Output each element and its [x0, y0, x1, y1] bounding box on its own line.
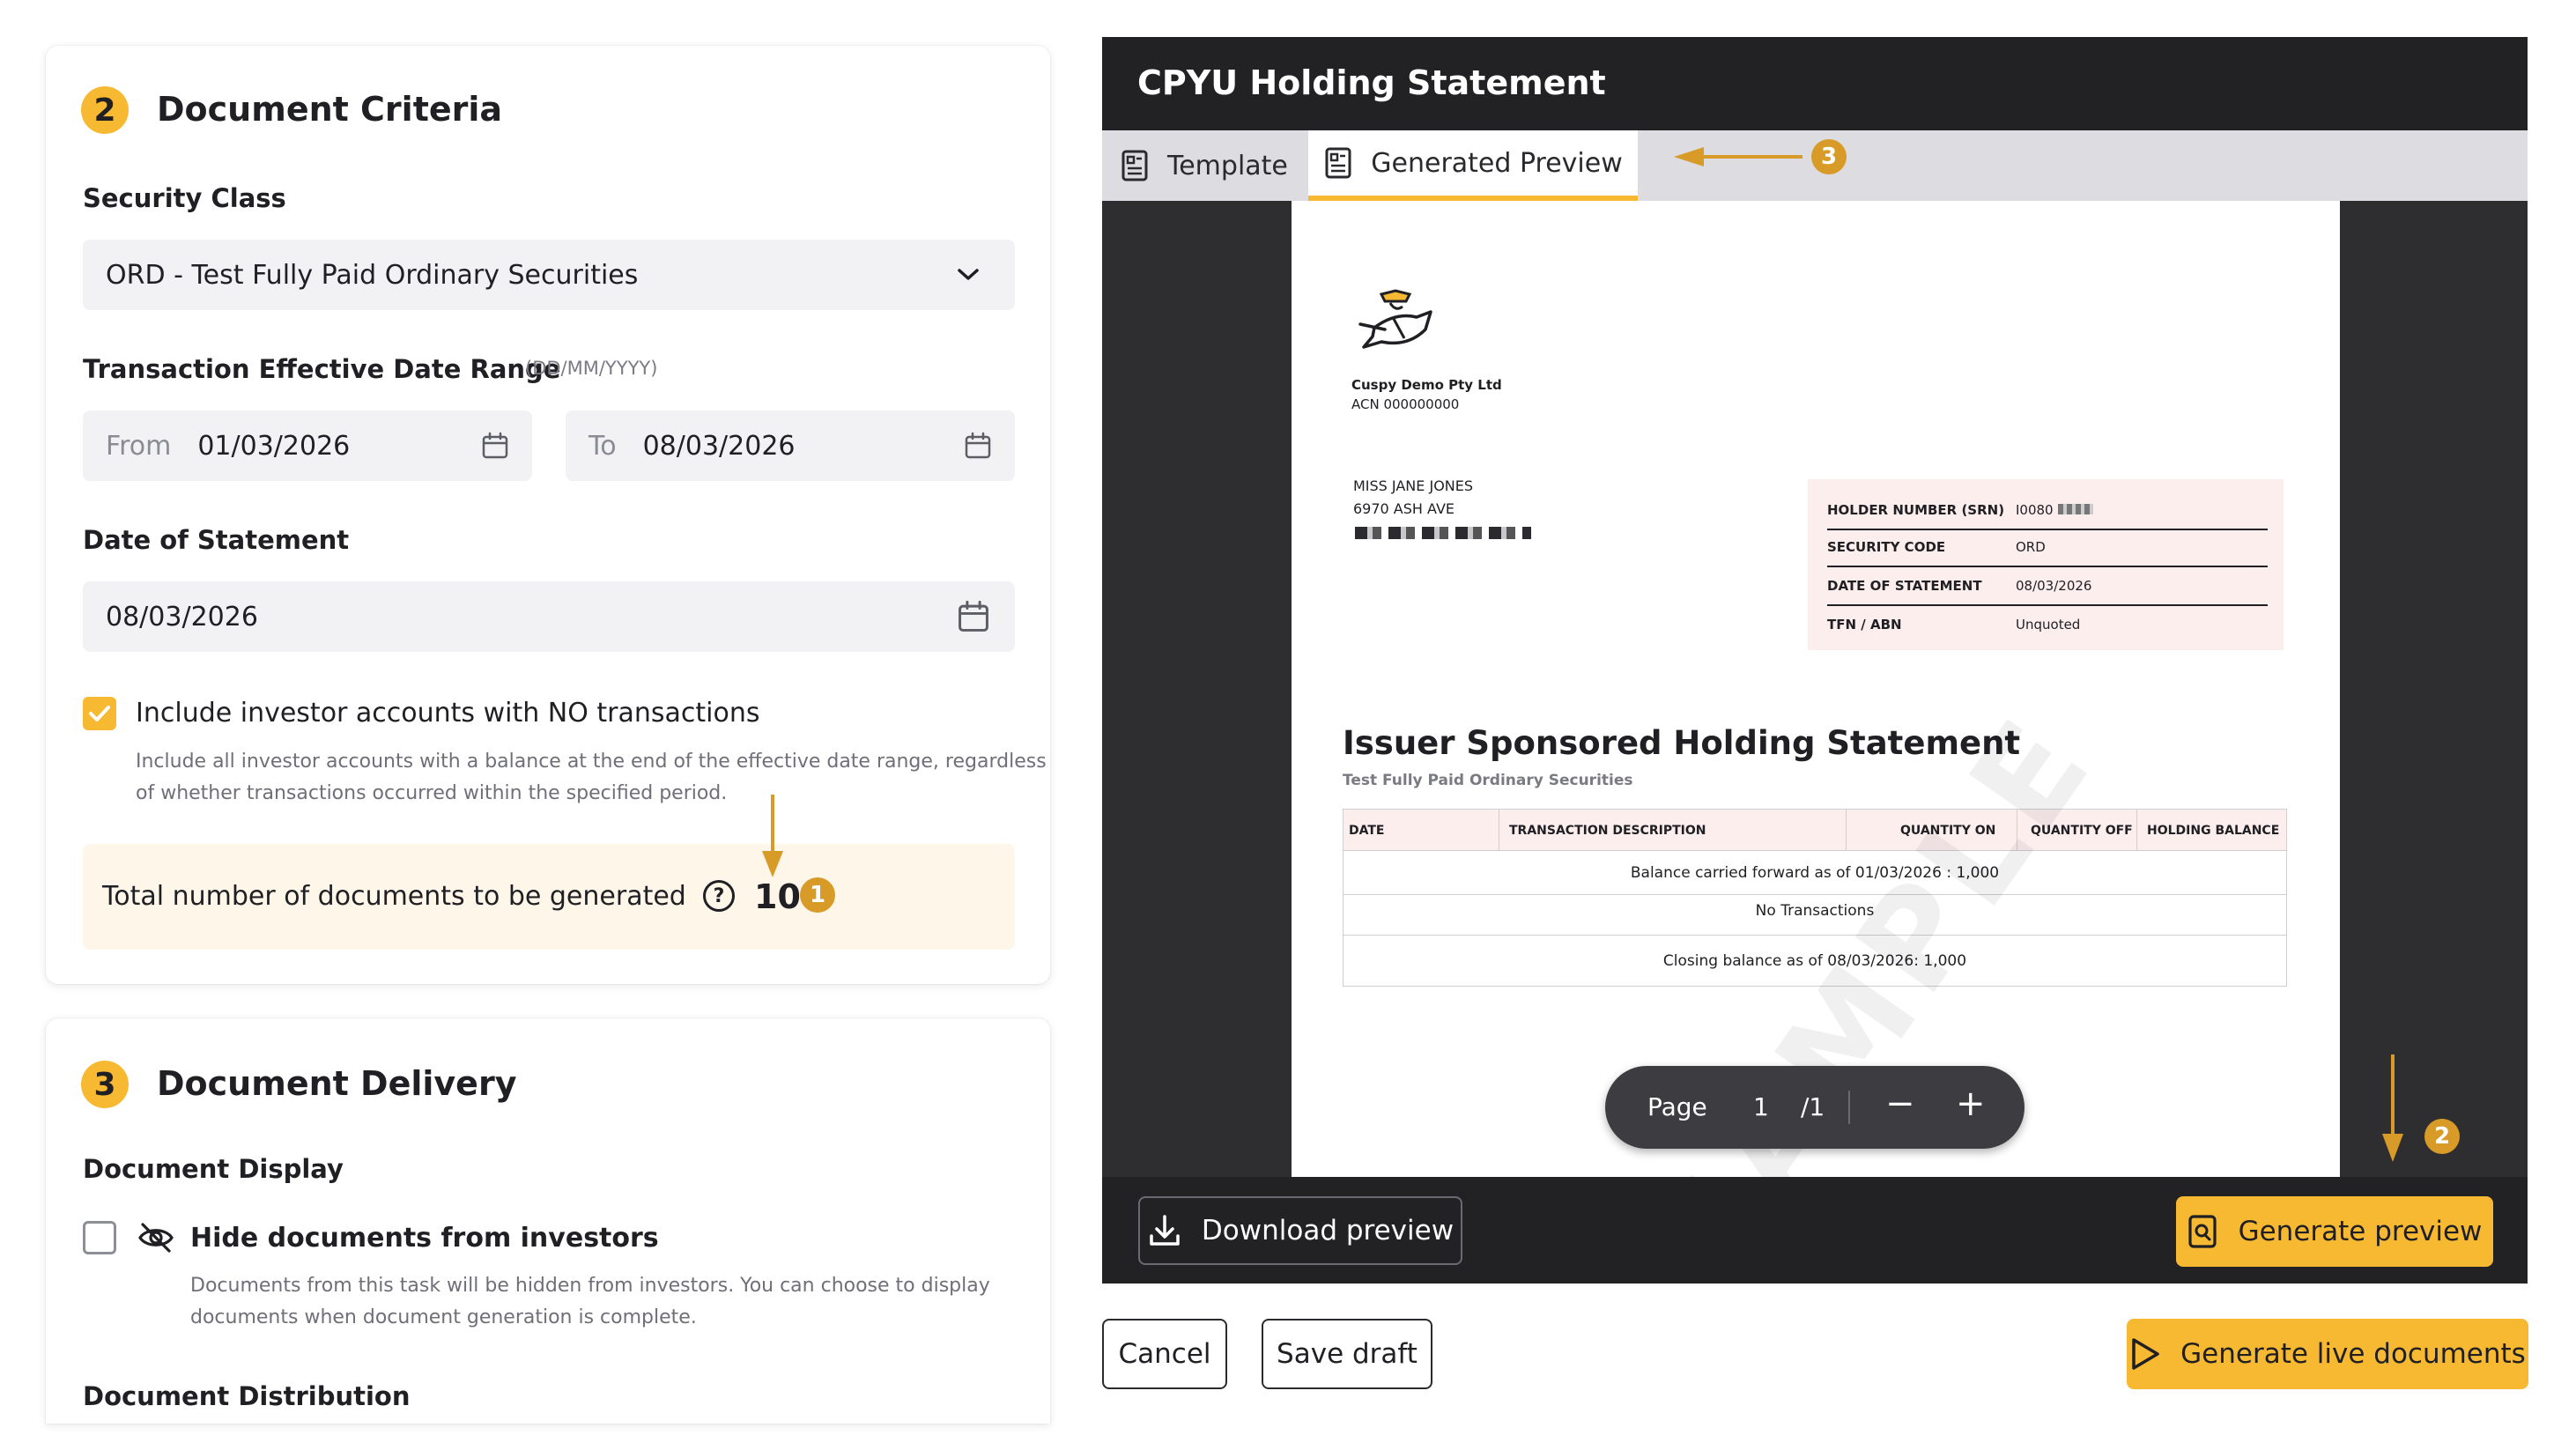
date-format-hint: (DD/MM/YYYY)	[525, 358, 658, 379]
hide-documents-description: Documents from this task will be hidden …	[190, 1275, 990, 1328]
table-row: Balance carried forward as of 01/03/2026…	[1344, 850, 2286, 895]
page-current-input[interactable]: 1	[1753, 1092, 1769, 1121]
security-class-select[interactable]: ORD - Test Fully Paid Ordinary Securitie…	[83, 240, 1015, 310]
security-class-label: Security Class	[83, 183, 286, 213]
info-row: TFN / ABN Unquoted	[1827, 617, 2081, 633]
table-header-cell: DATE	[1349, 824, 1385, 838]
security-class-value: ORD - Test Fully Paid Ordinary Securitie…	[106, 259, 639, 291]
eye-off-icon	[138, 1223, 174, 1253]
to-label: To	[588, 430, 617, 462]
save-draft-button[interactable]: Save draft	[1262, 1319, 1432, 1389]
panel-header: CPYU Holding Statement	[1102, 37, 2528, 130]
generate-live-documents-label: Generate live documents	[2180, 1338, 2526, 1370]
include-label[interactable]: Include investor accounts with NO transa…	[136, 698, 759, 729]
tab-label: Generated Preview	[1371, 147, 1623, 179]
addressee-street: 6970 ASH AVE	[1353, 500, 1455, 517]
document-distribution-label: Document Distribution	[83, 1381, 411, 1411]
to-date-field[interactable]: To 08/03/2026	[566, 411, 1015, 481]
calendar-icon[interactable]	[481, 432, 509, 460]
statement-info-box: HOLDER NUMBER (SRN) I0080 SECURITY CODE …	[1808, 479, 2284, 650]
document-preview-page: Cuspy Demo Pty Ltd ACN 000000000 MISS JA…	[1292, 201, 2340, 1177]
redacted-address	[1355, 527, 1531, 539]
document-display-label: Document Display	[83, 1154, 344, 1184]
include-description: Include all investor accounts with a bal…	[136, 751, 1047, 804]
annotation-badge: 2	[2424, 1119, 2460, 1154]
redacted-value	[2058, 504, 2093, 514]
annotation-badge: 1	[800, 877, 835, 913]
annotation-arrow-down-icon	[2382, 1054, 2403, 1162]
generate-live-documents-button[interactable]: Generate live documents	[2127, 1319, 2528, 1389]
total-documents-label: Total number of documents to be generate…	[102, 881, 686, 912]
help-icon[interactable]: ?	[703, 880, 735, 912]
annotation-badge: 3	[1811, 139, 1847, 174]
generate-preview-button[interactable]: Generate preview	[2176, 1196, 2493, 1267]
step-badge: 3	[81, 1061, 129, 1108]
info-row: DATE OF STATEMENT 08/03/2026	[1827, 566, 2268, 606]
hide-documents-label[interactable]: Hide documents from investors	[190, 1223, 659, 1254]
download-preview-button[interactable]: Download preview	[1138, 1196, 1462, 1265]
download-icon	[1150, 1215, 1180, 1246]
document-criteria-card: 2 Document Criteria Security Class ORD -…	[46, 46, 1050, 984]
total-documents-count: 10	[754, 877, 801, 916]
from-value: 01/03/2026	[197, 430, 351, 462]
from-label: From	[106, 430, 172, 462]
hide-documents-checkbox[interactable]	[83, 1221, 116, 1254]
info-row: HOLDER NUMBER (SRN) I0080	[1827, 490, 2268, 530]
tab-generated-preview[interactable]: Generated Preview	[1308, 130, 1638, 201]
cancel-button[interactable]: Cancel	[1102, 1319, 1227, 1389]
page-navigator: Page 1 /1 − +	[1605, 1066, 2025, 1149]
total-documents-box: Total number of documents to be generate…	[83, 844, 1015, 950]
calendar-icon[interactable]	[957, 600, 990, 633]
play-icon	[2132, 1338, 2159, 1370]
addressee-name: MISS JANE JONES	[1353, 477, 1474, 494]
table-header-cell: TRANSACTION DESCRIPTION	[1509, 824, 1706, 838]
page-label: Page	[1647, 1092, 1707, 1121]
zoom-out-button[interactable]: −	[1885, 1084, 1915, 1124]
company-name: Cuspy Demo Pty Ltd	[1351, 377, 1502, 393]
panel-title: CPYU Holding Statement	[1137, 63, 1606, 102]
annotation-arrow-down-icon	[762, 795, 783, 877]
date-range-label: Transaction Effective Date Range	[83, 354, 561, 384]
document-search-icon	[2187, 1215, 2217, 1248]
table-header-row: DATE TRANSACTION DESCRIPTION QUANTITY ON…	[1344, 810, 2286, 850]
calendar-icon[interactable]	[964, 432, 992, 460]
checkmark-icon	[89, 706, 110, 721]
chevron-down-icon	[958, 269, 979, 280]
statement-date-label: Date of Statement	[83, 525, 350, 555]
generate-preview-label: Generate preview	[2238, 1216, 2483, 1247]
include-checkbox[interactable]	[83, 697, 116, 730]
from-date-field[interactable]: From 01/03/2026	[83, 411, 532, 481]
card-title: Document Delivery	[157, 1064, 517, 1103]
annotation-arrow-left-icon	[1674, 147, 1802, 166]
table-row: No Transactions	[1344, 894, 2286, 936]
tab-label: Template	[1167, 150, 1288, 181]
statement-date-field[interactable]: 08/03/2026	[83, 581, 1015, 652]
page-total: /1	[1801, 1092, 1825, 1121]
document-icon	[1325, 147, 1351, 179]
company-acn: ACN 000000000	[1351, 396, 1460, 412]
card-title: Document Criteria	[157, 90, 503, 129]
zoom-in-button[interactable]: +	[1956, 1084, 1986, 1124]
document-icon	[1121, 150, 1148, 181]
info-row: SECURITY CODE ORD	[1827, 529, 2268, 567]
statement-date-value: 08/03/2026	[106, 601, 258, 633]
statement-heading: Issuer Sponsored Holding Statement	[1343, 724, 2021, 762]
document-delivery-card: 3 Document Delivery Document Display Hid…	[46, 1018, 1050, 1424]
download-preview-label: Download preview	[1201, 1215, 1455, 1247]
step-badge: 2	[81, 86, 129, 134]
to-value: 08/03/2026	[642, 430, 796, 462]
statement-subheading: Test Fully Paid Ordinary Securities	[1343, 772, 1633, 789]
company-logo-icon	[1358, 289, 1432, 349]
table-header-cell: HOLDING BALANCE	[2147, 824, 2280, 838]
